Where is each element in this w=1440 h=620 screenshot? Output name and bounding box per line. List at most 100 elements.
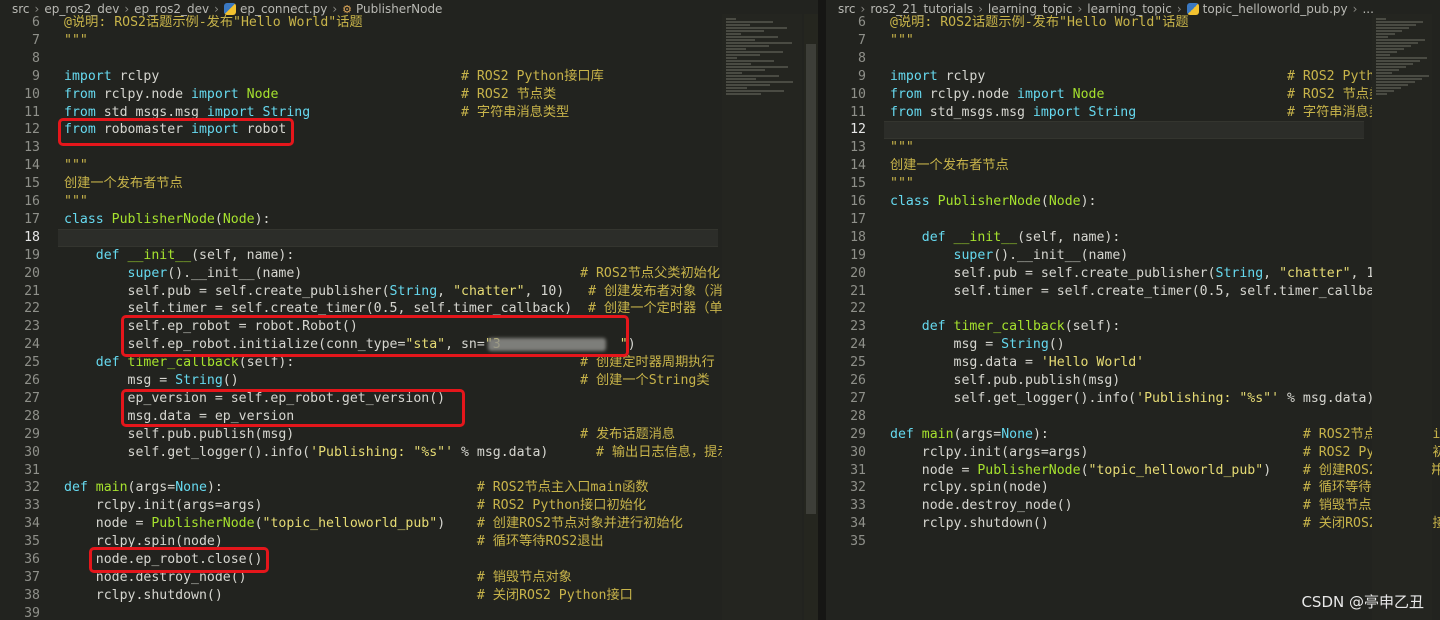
code-line[interactable]: 12 bbox=[826, 121, 1440, 140]
code-line[interactable]: 6 @说明: ROS2话题示例-发布"Hello World"话题 bbox=[0, 14, 818, 32]
code-text[interactable]: """ bbox=[890, 32, 914, 50]
code-text[interactable]: rclpy.spin(node) # 循环等待ROS2退出 bbox=[890, 479, 1430, 497]
code-line[interactable]: 30 rclpy.init(args=args) # ROS2 Python接口… bbox=[826, 444, 1440, 462]
code-line[interactable]: 7 """ bbox=[826, 32, 1440, 50]
code-line[interactable]: 16 class PublisherNode(Node): bbox=[826, 193, 1440, 211]
code-text[interactable]: self.timer = self.create_timer(0.5, self… bbox=[890, 283, 1399, 301]
code-line[interactable]: 15 创建一个发布者节点 bbox=[0, 175, 818, 193]
code-text[interactable]: node = PublisherNode("topic_helloworld_p… bbox=[64, 515, 683, 533]
code-text[interactable]: self.pub.publish(msg) bbox=[890, 372, 1121, 390]
scrollbar-thumb-left[interactable] bbox=[806, 44, 816, 514]
code-line[interactable]: 23 def timer_callback(self): bbox=[826, 318, 1440, 336]
code-line[interactable]: 27 self.get_logger().info('Publishing: "… bbox=[826, 390, 1440, 408]
code-line[interactable]: 9 import rclpy # ROS2 Python接口库 bbox=[826, 68, 1440, 86]
code-line[interactable]: 32 def main(args=None): # ROS2节点主入口main函数 bbox=[0, 479, 818, 497]
code-text[interactable]: from rclpy.node import Node # ROS2 节点类 bbox=[64, 86, 556, 104]
code-text[interactable]: def timer_callback(self): bbox=[890, 318, 1121, 336]
code-line[interactable]: 21 self.timer = self.create_timer(0.5, s… bbox=[826, 283, 1440, 301]
code-line[interactable]: 16 """ bbox=[0, 193, 818, 211]
code-text[interactable]: """ bbox=[64, 32, 88, 50]
code-line[interactable]: 7 """ bbox=[0, 32, 818, 50]
code-text[interactable]: self.get_logger().info('Publishing: "%s"… bbox=[64, 444, 731, 462]
code-text[interactable]: msg.data = 'Hello World' bbox=[890, 354, 1145, 372]
code-text[interactable]: 创建一个发布者节点 bbox=[890, 157, 1009, 175]
code-text[interactable]: msg = String() bbox=[890, 336, 1065, 354]
code-line[interactable]: 11 from std_msgs.msg import String # 字符串消… bbox=[826, 104, 1440, 122]
code-text[interactable]: """ bbox=[64, 157, 88, 175]
code-line[interactable]: 35 bbox=[826, 533, 1440, 551]
code-text[interactable]: def main(args=None): # ROS2节点主入口main函数 bbox=[64, 479, 649, 497]
split-divider[interactable] bbox=[818, 0, 826, 620]
code-line[interactable]: 39 bbox=[0, 605, 818, 620]
code-line[interactable]: 9 import rclpy # ROS2 Python接口库 bbox=[0, 68, 818, 86]
code-line[interactable]: 10 from rclpy.node import Node # ROS2 节点类 bbox=[826, 86, 1440, 104]
code-text[interactable]: self.get_logger().info('Publishing: "%s"… bbox=[890, 390, 1375, 408]
code-line[interactable]: 15 """ bbox=[826, 175, 1440, 193]
code-line[interactable]: 31 bbox=[0, 462, 818, 480]
code-text[interactable]: @说明: ROS2话题示例-发布"Hello World"话题 bbox=[890, 14, 1189, 32]
code-text[interactable]: """ bbox=[890, 139, 914, 157]
code-line[interactable]: 28 bbox=[826, 408, 1440, 426]
code-line[interactable]: 14 """ bbox=[0, 157, 818, 175]
code-text[interactable]: node = PublisherNode("topic_helloworld_p… bbox=[890, 462, 1440, 480]
code-text[interactable]: self.pub = self.create_publisher(String,… bbox=[64, 283, 723, 301]
right-editor-pane[interactable]: src › ros2_21_tutorials › learning_topic › lea… bbox=[826, 0, 1440, 620]
code-line[interactable]: 19 def __init__(self, name): bbox=[0, 247, 818, 265]
code-line[interactable]: 20 super().__init__(name) # ROS2节点父类初始化 bbox=[0, 265, 818, 283]
code-line[interactable]: 21 self.pub = self.create_publisher(Stri… bbox=[0, 283, 818, 301]
code-line[interactable]: 33 node.destroy_node() # 销毁节点对象 bbox=[826, 497, 1440, 515]
code-text[interactable]: """ bbox=[890, 175, 914, 193]
code-text[interactable]: def __init__(self, name): bbox=[890, 229, 1121, 247]
code-line[interactable]: 26 msg = String() # 创建一个String类 bbox=[0, 372, 818, 390]
code-line[interactable]: 17 class PublisherNode(Node): bbox=[0, 211, 818, 229]
code-text[interactable]: rclpy.init(args=args) # ROS2 Python接口初始化 bbox=[890, 444, 1440, 462]
code-text[interactable]: rclpy.init(args=args) # ROS2 Python接口初始化 bbox=[64, 497, 646, 515]
code-line[interactable]: 26 self.pub.publish(msg) bbox=[826, 372, 1440, 390]
scrollbar-left[interactable] bbox=[804, 14, 818, 620]
code-line[interactable]: 29 def main(args=None): # ROS2节点主入口main函数 bbox=[826, 426, 1440, 444]
code-text[interactable]: """ bbox=[64, 193, 88, 211]
code-line[interactable]: 30 self.get_logger().info('Publishing: "… bbox=[0, 444, 818, 462]
code-line[interactable]: 34 node = PublisherNode("topic_helloworl… bbox=[0, 515, 818, 533]
code-line[interactable]: 38 rclpy.shutdown() # 关闭ROS2 Python接口 bbox=[0, 587, 818, 605]
code-line[interactable]: 13 """ bbox=[826, 139, 1440, 157]
code-line[interactable]: 10 from rclpy.node import Node # ROS2 节点类 bbox=[0, 86, 818, 104]
code-text[interactable]: 创建一个发布者节点 bbox=[64, 175, 183, 193]
code-text[interactable]: super().__init__(name) # ROS2节点父类初始化 bbox=[64, 265, 721, 283]
code-text[interactable]: self.pub.publish(msg) # 发布话题消息 bbox=[64, 426, 676, 444]
code-line[interactable]: 14 创建一个发布者节点 bbox=[826, 157, 1440, 175]
code-text[interactable]: self.pub = self.create_publisher(String,… bbox=[890, 265, 1391, 283]
code-text[interactable]: class PublisherNode(Node): bbox=[890, 193, 1096, 211]
code-line[interactable]: 18 bbox=[0, 228, 818, 247]
code-line[interactable]: 22 bbox=[826, 300, 1440, 318]
code-line[interactable]: 19 super().__init__(name) bbox=[826, 247, 1440, 265]
code-text[interactable]: import rclpy # ROS2 Python接口库 bbox=[64, 68, 604, 86]
code-text[interactable]: from rclpy.node import Node # ROS2 节点类 bbox=[890, 86, 1382, 104]
minimap-left[interactable] bbox=[722, 14, 802, 620]
code-line[interactable]: 29 self.pub.publish(msg) # 发布话题消息 bbox=[0, 426, 818, 444]
code-text[interactable]: node.destroy_node() # 销毁节点对象 bbox=[890, 497, 1398, 515]
left-editor-pane[interactable]: src › ep_ros2_dev › ep_ros2_dev › ep_connect.p… bbox=[0, 0, 818, 620]
code-line[interactable]: 24 msg = String() bbox=[826, 336, 1440, 354]
code-line[interactable]: 34 rclpy.shutdown() # 关闭ROS2 Python接口 bbox=[826, 515, 1440, 533]
code-line[interactable]: 18 def __init__(self, name): bbox=[826, 229, 1440, 247]
code-text[interactable]: super().__init__(name) bbox=[890, 247, 1129, 265]
code-line[interactable]: 6 @说明: ROS2话题示例-发布"Hello World"话题 bbox=[826, 14, 1440, 32]
code-line[interactable]: 8 bbox=[826, 50, 1440, 68]
code-line[interactable]: 33 rclpy.init(args=args) # ROS2 Python接口… bbox=[0, 497, 818, 515]
code-text[interactable]: msg = String() # 创建一个String类 bbox=[64, 372, 710, 390]
code-line[interactable]: 8 bbox=[0, 50, 818, 68]
code-line[interactable]: 32 rclpy.spin(node) # 循环等待ROS2退出 bbox=[826, 479, 1440, 497]
minimap-right[interactable] bbox=[1372, 14, 1432, 620]
code-text[interactable]: class PublisherNode(Node): bbox=[64, 211, 270, 229]
code-text[interactable]: @说明: ROS2话题示例-发布"Hello World"话题 bbox=[64, 14, 363, 32]
code-line[interactable]: 31 node = PublisherNode("topic_helloworl… bbox=[826, 462, 1440, 480]
code-text[interactable]: rclpy.shutdown() # 关闭ROS2 Python接口 bbox=[890, 515, 1440, 533]
code-line[interactable]: 17 bbox=[826, 211, 1440, 229]
code-text[interactable]: rclpy.shutdown() # 关闭ROS2 Python接口 bbox=[64, 587, 633, 605]
code-line[interactable]: 20 self.pub = self.create_publisher(Stri… bbox=[826, 265, 1440, 283]
code-text[interactable]: import rclpy # ROS2 Python接口库 bbox=[890, 68, 1430, 86]
code-line[interactable]: 25 msg.data = 'Hello World' bbox=[826, 354, 1440, 372]
code-text[interactable]: from std_msgs.msg import String # 字符串消息类… bbox=[890, 104, 1395, 122]
code-text[interactable]: def main(args=None): # ROS2节点主入口main函数 bbox=[890, 426, 1440, 444]
